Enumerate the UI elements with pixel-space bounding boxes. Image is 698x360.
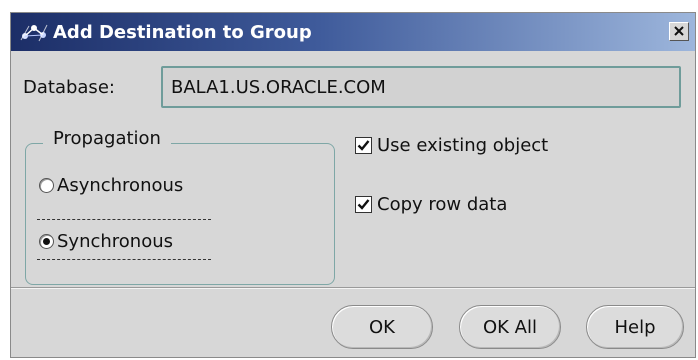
ok-button[interactable]: OK: [331, 305, 433, 349]
synchronous-label: Synchronous: [57, 231, 174, 252]
dialog-title: Add Destination to Group: [53, 21, 312, 43]
close-button[interactable]: [669, 22, 689, 41]
asynchronous-radio[interactable]: Asynchronous: [39, 175, 183, 196]
database-field[interactable]: BALA1.US.ORACLE.COM: [161, 66, 681, 108]
use-existing-object-label: Use existing object: [377, 135, 549, 156]
propagation-group-label: Propagation: [43, 128, 171, 149]
ok-all-button[interactable]: OK All: [459, 305, 561, 349]
radio-button-unchecked[interactable]: [39, 178, 54, 193]
use-existing-object-checkbox[interactable]: Use existing object: [355, 135, 548, 156]
button-separator: [11, 287, 695, 289]
checkbox-checked-icon[interactable]: [355, 196, 372, 213]
replication-icon: [17, 19, 51, 45]
asynchronous-label: Asynchronous: [57, 175, 184, 196]
checkbox-checked-icon[interactable]: [355, 137, 372, 154]
copy-row-data-label: Copy row data: [377, 194, 508, 215]
help-button[interactable]: Help: [586, 305, 684, 349]
propagation-group: [25, 143, 335, 285]
copy-row-data-checkbox[interactable]: Copy row data: [355, 194, 507, 215]
title-bar[interactable]: Add Destination to Group: [11, 13, 695, 51]
focus-outline-bottom: [37, 259, 211, 260]
close-icon: [673, 22, 685, 41]
focus-outline-top: [37, 219, 211, 220]
database-label: Database:: [23, 77, 115, 98]
add-destination-dialog: Add Destination to Group Database: BALA1…: [10, 12, 696, 358]
synchronous-radio[interactable]: Synchronous: [39, 231, 173, 252]
radio-button-checked[interactable]: [39, 234, 54, 249]
